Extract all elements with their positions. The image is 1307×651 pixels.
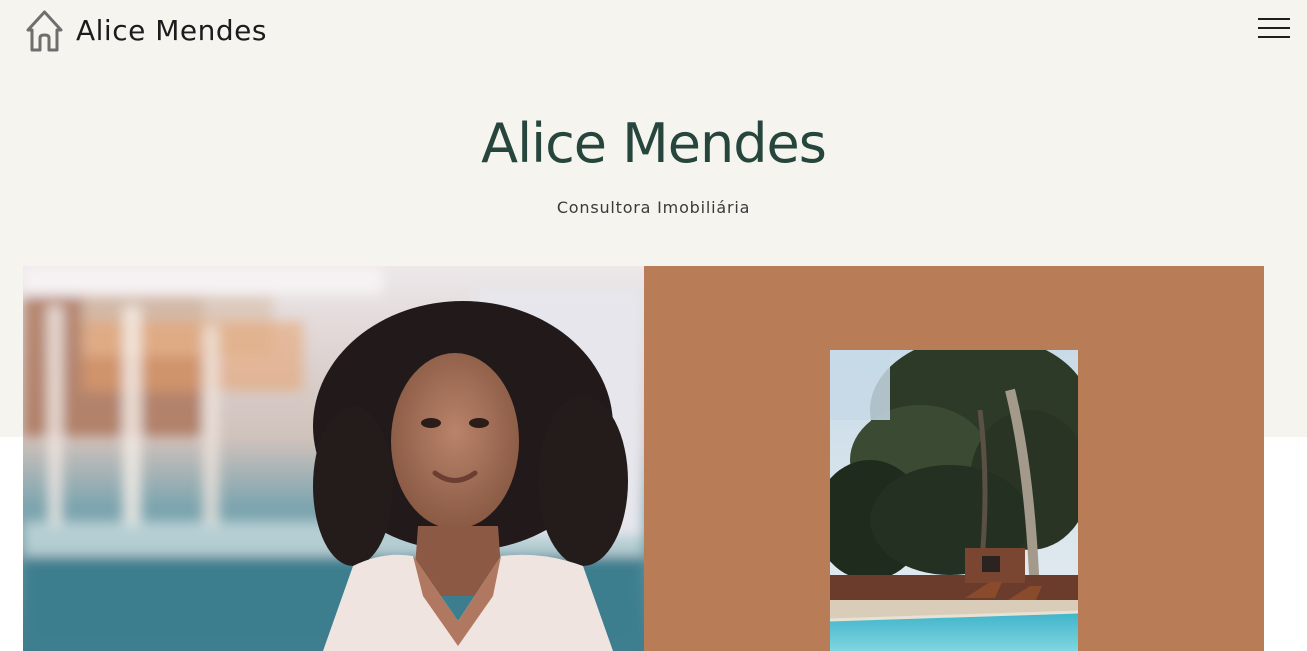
accent-panel	[644, 266, 1264, 651]
hero-subtitle: Consultora Imobiliária	[556, 198, 751, 217]
home-logo-link[interactable]: Alice Mendes	[24, 8, 267, 54]
house-outline-icon	[26, 10, 63, 52]
hamburger-menu-icon[interactable]	[1258, 18, 1290, 38]
brand-name: Alice Mendes	[76, 14, 267, 47]
pool-house-photo	[830, 350, 1078, 651]
portrait-photo	[23, 266, 644, 651]
hero-title: Alice Mendes	[481, 112, 827, 175]
